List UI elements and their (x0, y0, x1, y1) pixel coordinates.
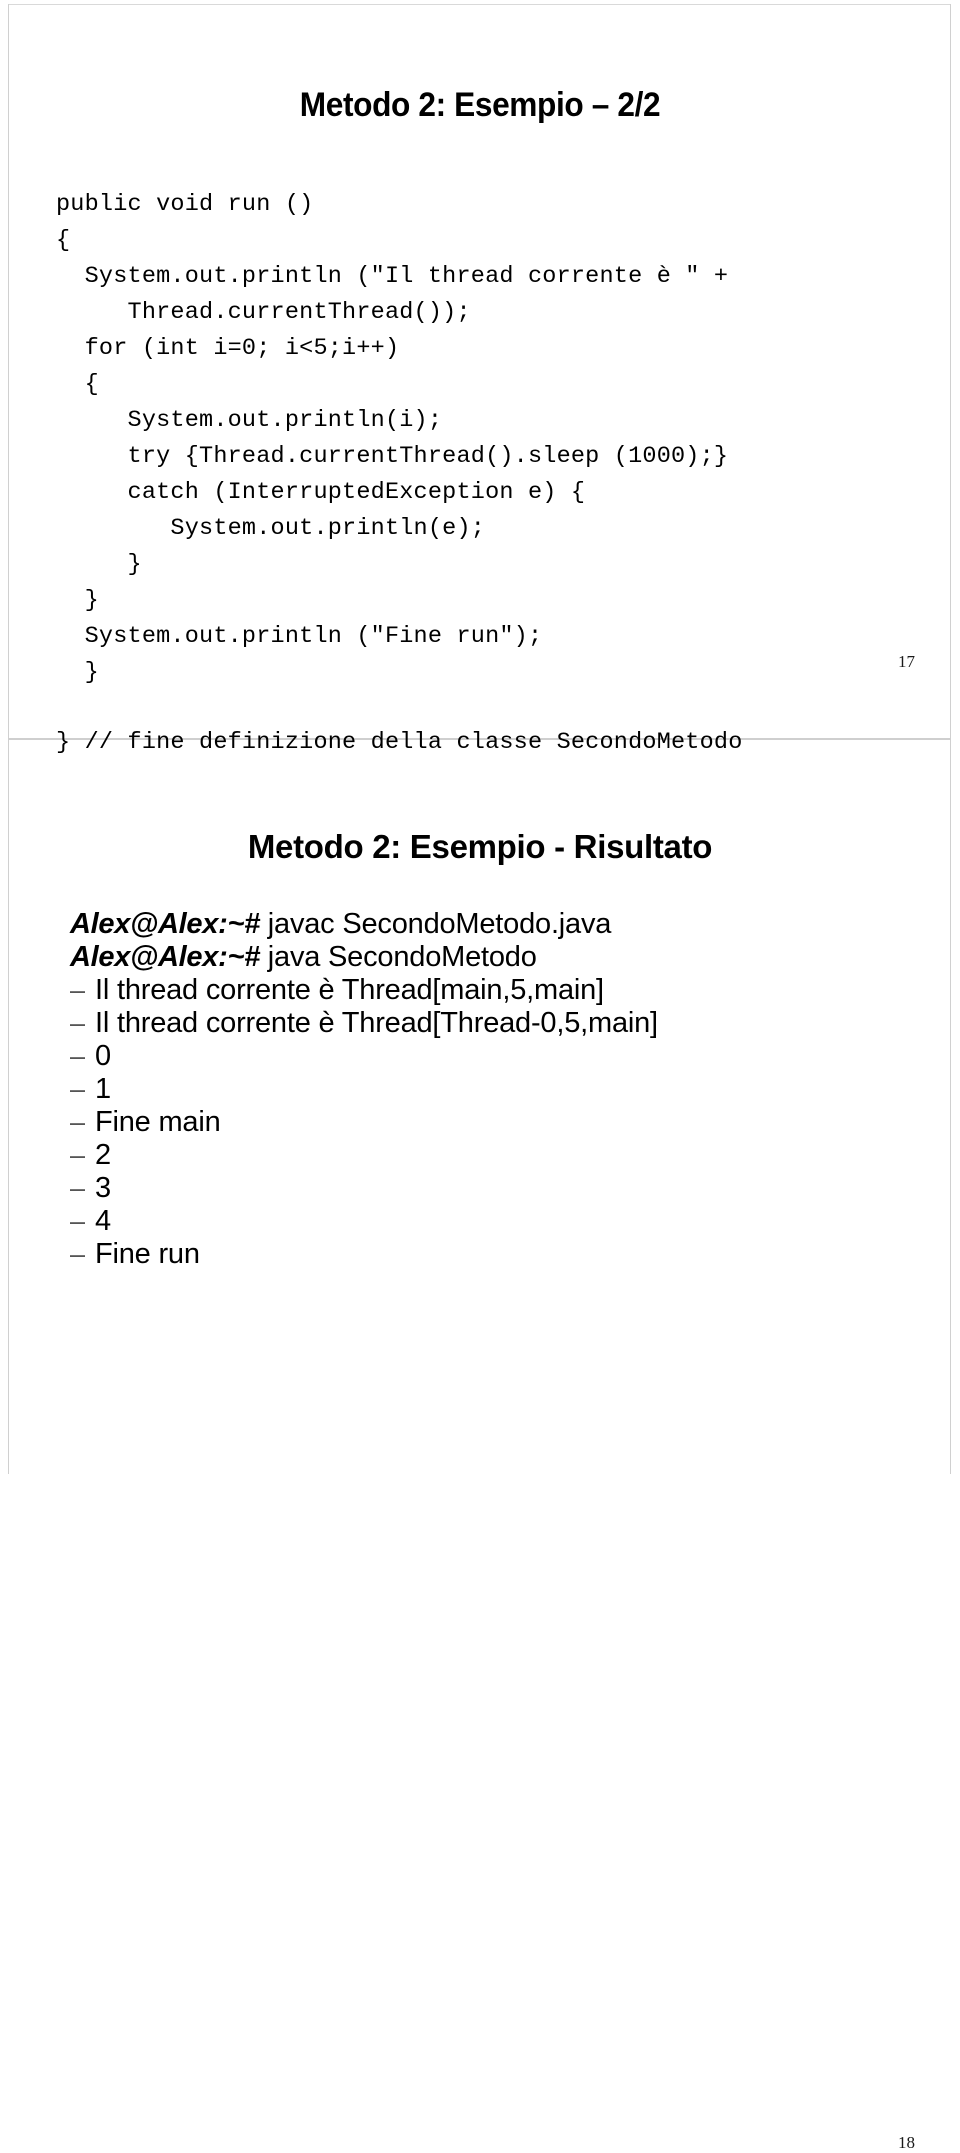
shell-command: java SecondoMetodo (259, 941, 537, 973)
code-line: } (56, 658, 99, 686)
code-line: } (56, 586, 99, 614)
code-line: catch (InterruptedException e) { (56, 478, 586, 506)
output-list-item: – 3 (70, 1172, 658, 1205)
slide-metodo2-esempio: Metodo 2: Esempio – 2/2 public void run … (0, 0, 960, 756)
code-line: { (56, 370, 99, 398)
dash-bullet-icon: – (70, 1206, 86, 1236)
output-list-item: – Il thread corrente è Thread[Thread-0,5… (70, 1007, 658, 1040)
code-line: System.out.println(i); (56, 406, 443, 434)
output-list-item: – 2 (70, 1139, 658, 1172)
output-text: 1 (95, 1073, 111, 1105)
terminal-command-line: Alex@Alex:~# java SecondoMetodo (70, 941, 658, 974)
page-number-18: 18 (898, 2133, 915, 2152)
output-list-item: – Il thread corrente è Thread[main,5,mai… (70, 974, 658, 1007)
output-text: 0 (95, 1040, 111, 1072)
slide-metodo2-risultato: Metodo 2: Esempio - Risultato Alex@Alex:… (0, 740, 960, 2152)
dash-bullet-icon: – (70, 1140, 86, 1170)
output-list-item: – 1 (70, 1073, 658, 1106)
code-line: System.out.println ("Fine run"); (56, 622, 543, 650)
terminal-output: Alex@Alex:~# javac SecondoMetodo.java Al… (70, 908, 658, 1271)
dash-bullet-icon: – (70, 1107, 86, 1137)
code-line: System.out.println(e); (56, 514, 486, 542)
code-line: System.out.println ("Il thread corrente … (56, 262, 729, 290)
output-list-item: – Fine run (70, 1238, 658, 1271)
handout-page: Metodo 2: Esempio – 2/2 public void run … (0, 0, 960, 2152)
slide-one-title: Metodo 2: Esempio – 2/2 (299, 85, 661, 124)
output-text: 2 (95, 1139, 111, 1171)
slide-two-title: Metodo 2: Esempio - Risultato (247, 828, 713, 866)
shell-prompt: Alex@Alex:~# (70, 908, 260, 940)
dash-bullet-icon: – (70, 1041, 86, 1071)
dash-bullet-icon: – (70, 975, 86, 1005)
java-code-block: public void run () { System.out.println (… (56, 187, 743, 761)
output-text: Il thread corrente è Thread[Thread-0,5,m… (95, 1007, 658, 1039)
code-line: try {Thread.currentThread().sleep (1000)… (56, 442, 729, 470)
dash-bullet-icon: – (70, 1173, 86, 1203)
output-text: 4 (95, 1205, 111, 1237)
code-line: public void run () (56, 190, 314, 218)
code-line: } (56, 550, 142, 578)
code-line: Thread.currentThread()); (56, 298, 471, 326)
dash-bullet-icon: – (70, 1074, 86, 1104)
code-line: { (56, 226, 71, 254)
page-number-17: 17 (898, 652, 915, 671)
output-text: Il thread corrente è Thread[main,5,main] (95, 974, 604, 1006)
shell-prompt: Alex@Alex:~# (70, 941, 260, 973)
output-list-item: – Fine main (70, 1106, 658, 1139)
output-text: Fine main (95, 1106, 221, 1138)
output-text: Fine run (95, 1238, 200, 1270)
code-line: for (int i=0; i<5;i++) (56, 334, 400, 362)
terminal-command-line: Alex@Alex:~# javac SecondoMetodo.java (70, 908, 658, 941)
shell-command: javac SecondoMetodo.java (259, 908, 612, 940)
dash-bullet-icon: – (70, 1008, 86, 1038)
dash-bullet-icon: – (70, 1239, 86, 1269)
output-list-item: – 0 (70, 1040, 658, 1073)
output-list-item: – 4 (70, 1205, 658, 1238)
output-text: 3 (95, 1172, 111, 1204)
